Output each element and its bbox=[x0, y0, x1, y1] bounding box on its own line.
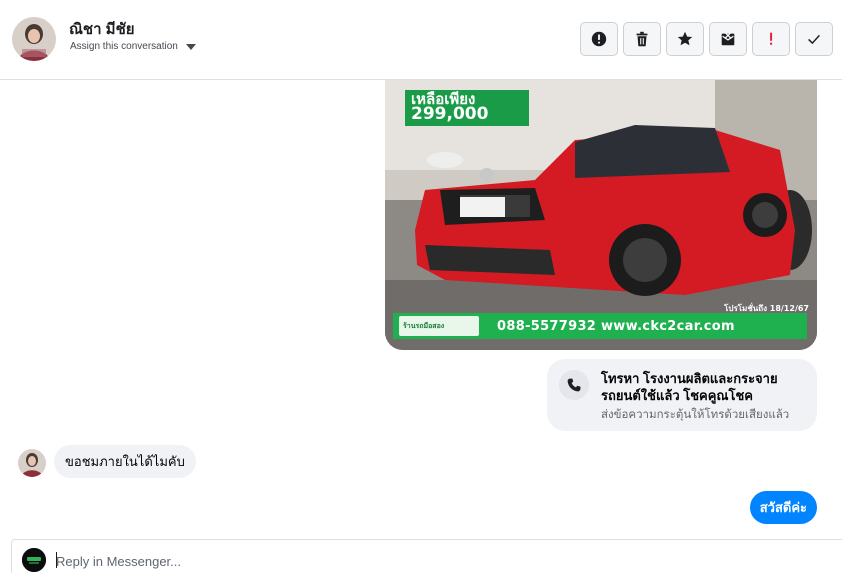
caret-down-icon bbox=[185, 43, 196, 50]
price-badge: เหลือเพียง 299,000 bbox=[405, 90, 529, 126]
mark-done-button[interactable] bbox=[795, 22, 833, 56]
phone-icon bbox=[559, 370, 589, 400]
dealer-logo-text: ร้านรถมือสอง bbox=[403, 321, 445, 330]
contact-name[interactable]: ณิชา มีชัย bbox=[69, 17, 135, 41]
contact-banner: ร้านรถมือสอง 088-5577932 www.ckc2car.com bbox=[393, 313, 807, 339]
trash-icon bbox=[636, 31, 648, 47]
call-card-subtitle: ส่งข้อความกระตุ้นให้โทรด้วยเสียงแล้ว bbox=[601, 409, 790, 421]
reply-composer bbox=[11, 539, 842, 573]
outgoing-message[interactable]: สวัสดีค่ะ bbox=[749, 491, 817, 524]
conversation-header: ณิชา มีชัย Assign this conversation bbox=[0, 0, 842, 80]
sender-avatar[interactable] bbox=[18, 449, 46, 477]
conversation-actions bbox=[580, 22, 833, 56]
exclamation-icon bbox=[770, 32, 773, 45]
delete-button[interactable] bbox=[623, 22, 661, 56]
page-avatar bbox=[22, 548, 46, 572]
call-card[interactable]: โทรหา โรงงานผลิตและกระจายรถยนต์ใช้แล้ว โ… bbox=[547, 359, 817, 431]
reply-input[interactable] bbox=[56, 550, 756, 572]
star-button[interactable] bbox=[666, 22, 704, 56]
call-card-title: โทรหา โรงงานผลิตและกระจายรถยนต์ใช้แล้ว โ… bbox=[601, 371, 778, 403]
price-line2: 299,000 bbox=[411, 104, 489, 124]
contact-avatar[interactable] bbox=[12, 17, 56, 61]
dealer-logo: ร้านรถมือสอง bbox=[399, 316, 479, 336]
assign-label: Assign this conversation bbox=[70, 41, 178, 52]
assign-conversation-dropdown[interactable]: Assign this conversation bbox=[70, 41, 196, 52]
check-icon bbox=[808, 34, 820, 45]
flag-important-button[interactable] bbox=[752, 22, 790, 56]
star-icon bbox=[677, 31, 693, 46]
image-attachment[interactable]: เหลือเพียง 299,000 โปรโมชั่นถึง 18/12/67… bbox=[385, 80, 817, 350]
envelope-x-icon bbox=[721, 32, 735, 46]
banner-contact-text: 088-5577932 www.ckc2car.com bbox=[497, 318, 735, 334]
alert-circle-icon bbox=[591, 31, 607, 47]
report-button[interactable] bbox=[580, 22, 618, 56]
mark-unread-button[interactable] bbox=[709, 22, 747, 56]
incoming-message[interactable]: ขอชมภายในได้ไมคับ bbox=[54, 445, 196, 478]
